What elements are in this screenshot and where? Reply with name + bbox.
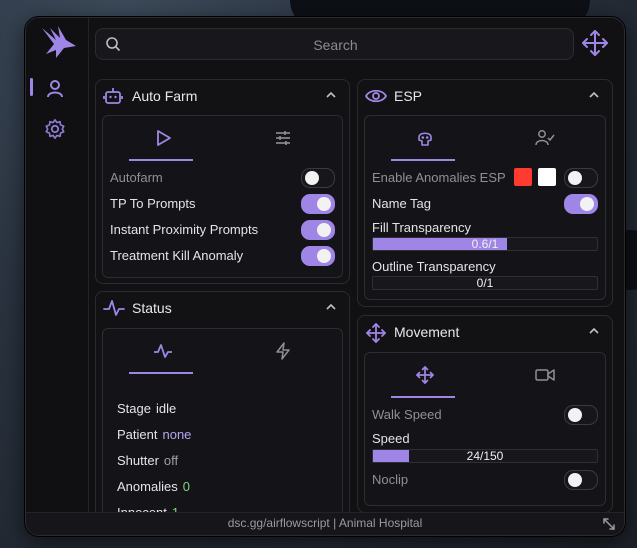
footer: dsc.gg/airflowscript | Animal Hospital: [26, 512, 624, 535]
lightning-icon: [276, 342, 290, 360]
enable-anomalies-esp-toggle[interactable]: [564, 168, 598, 188]
noclip-toggle[interactable]: [564, 470, 598, 490]
tp-to-prompts-toggle[interactable]: [301, 194, 335, 214]
stage-value: idle: [155, 401, 177, 416]
name-tag-toggle[interactable]: [564, 194, 598, 214]
esp-color-red-swatch[interactable]: [514, 168, 532, 186]
status-title: Status: [132, 300, 172, 316]
search-input[interactable]: [126, 29, 545, 61]
stage-label: Stage: [117, 401, 151, 416]
anomalies-value: 0: [182, 479, 190, 494]
activity-icon: [154, 344, 172, 358]
tab-active-underline: [391, 159, 455, 161]
instant-proximity-prompts-label: Instant Proximity Prompts: [110, 222, 259, 237]
status-panel: Status Stage idle Patient none Shutter o…: [95, 291, 350, 535]
treatment-kill-anomaly-toggle[interactable]: [301, 246, 335, 266]
chevron-up-icon[interactable]: [588, 89, 600, 101]
walk-speed-toggle[interactable]: [564, 405, 598, 425]
user-icon: [47, 80, 63, 98]
movement-header[interactable]: Movement: [358, 316, 612, 348]
gear-icon: [45, 119, 65, 139]
sidebar: [26, 18, 89, 513]
tab-settings[interactable]: [223, 116, 343, 160]
tab-activity[interactable]: [103, 329, 223, 373]
auto-farm-content: Autofarm TP To Prompts Instant Proximity…: [102, 115, 343, 278]
tab-active-underline: [391, 396, 455, 398]
sidebar-active-indicator: [30, 78, 33, 96]
movement-title: Movement: [394, 324, 460, 340]
instant-proximity-prompts-toggle[interactable]: [301, 220, 335, 240]
status-stage: Stage idle: [117, 401, 176, 416]
esp-color-white-swatch[interactable]: [538, 168, 556, 186]
enable-anomalies-esp-label: Enable Anomalies ESP: [372, 170, 506, 185]
user-check-icon: [535, 130, 555, 146]
status-header[interactable]: Status: [96, 292, 349, 324]
fill-transparency-value: 0.6/1: [471, 237, 499, 251]
tab-skull[interactable]: [365, 116, 485, 160]
tab-play[interactable]: [103, 116, 223, 160]
tp-to-prompts-label: TP To Prompts: [110, 196, 196, 211]
activity-icon: [103, 300, 125, 316]
resize-icon[interactable]: [602, 517, 616, 531]
noclip-label: Noclip: [372, 472, 409, 487]
fill-transparency-slider[interactable]: 0.6/1: [372, 237, 598, 251]
tab-active-underline: [129, 372, 193, 374]
speed-label: Speed: [372, 431, 410, 446]
autofarm-label: Autofarm: [110, 170, 163, 185]
tab-power[interactable]: [223, 329, 343, 373]
tab-move[interactable]: [365, 353, 485, 397]
esp-content: Enable Anomalies ESP Name Tag Fill Trans…: [364, 115, 606, 300]
auto-farm-header[interactable]: Auto Farm: [96, 80, 349, 112]
chevron-up-icon[interactable]: [325, 89, 337, 101]
esp-title: ESP: [394, 88, 423, 104]
outline-transparency-value: 0/1: [476, 276, 494, 290]
esp-panel: ESP Enable Anomalies ESP Name Tag Fill T…: [357, 79, 613, 307]
status-anomalies: Anomalies 0: [117, 479, 190, 494]
walk-speed-label: Walk Speed: [372, 407, 442, 422]
shutter-value: off: [163, 453, 179, 468]
patient-value: none: [162, 427, 192, 442]
bird-logo-icon: [42, 26, 76, 58]
script-window: Auto Farm Autofarm: [25, 17, 625, 536]
movement-content: Walk Speed Speed 24/150 Noclip: [364, 352, 606, 506]
search-bar: [95, 28, 574, 61]
fill-transparency-label: Fill Transparency: [372, 220, 471, 235]
esp-header[interactable]: ESP: [358, 80, 612, 112]
tab-camera[interactable]: [485, 353, 605, 397]
tab-active-underline: [129, 159, 193, 161]
move-window-button[interactable]: [580, 28, 610, 58]
sidebar-item-user[interactable]: [40, 74, 70, 104]
speed-slider[interactable]: 24/150: [372, 449, 598, 463]
auto-farm-panel: Auto Farm Autofarm TP To Prompts Instant…: [95, 79, 350, 284]
eye-icon: [365, 89, 387, 103]
status-shutter: Shutter off: [117, 453, 178, 468]
name-tag-label: Name Tag: [372, 196, 432, 211]
video-camera-icon: [535, 369, 555, 381]
play-icon: [157, 130, 171, 146]
search-icon: [106, 37, 121, 52]
move-icon: [416, 366, 434, 384]
status-content: Stage idle Patient none Shutter off Anomali…: [102, 328, 343, 535]
speed-value: 24/150: [466, 449, 504, 463]
tab-user-check[interactable]: [485, 116, 605, 160]
shutter-label: Shutter: [117, 453, 159, 468]
treatment-kill-anomaly-label: Treatment Kill Anomaly: [110, 248, 244, 263]
patient-label: Patient: [117, 427, 158, 442]
sliders-icon: [276, 131, 290, 145]
sidebar-item-settings[interactable]: [40, 114, 70, 144]
footer-text: dsc.gg/airflowscript | Animal Hospital: [227, 516, 423, 530]
robot-icon: [103, 88, 123, 104]
move-icon: [366, 323, 386, 343]
outline-transparency-label: Outline Transparency: [372, 259, 496, 274]
movement-panel: Movement Walk Speed Speed 24/150 Noclip: [357, 315, 613, 513]
skull-icon: [418, 132, 432, 146]
chevron-up-icon[interactable]: [588, 325, 600, 337]
autofarm-toggle[interactable]: [301, 168, 335, 188]
outline-transparency-slider[interactable]: 0/1: [372, 276, 598, 290]
anomalies-label: Anomalies: [117, 479, 178, 494]
chevron-up-icon[interactable]: [325, 301, 337, 313]
move-icon: [582, 30, 608, 56]
auto-farm-title: Auto Farm: [132, 88, 198, 104]
status-patient: Patient none: [117, 427, 191, 442]
